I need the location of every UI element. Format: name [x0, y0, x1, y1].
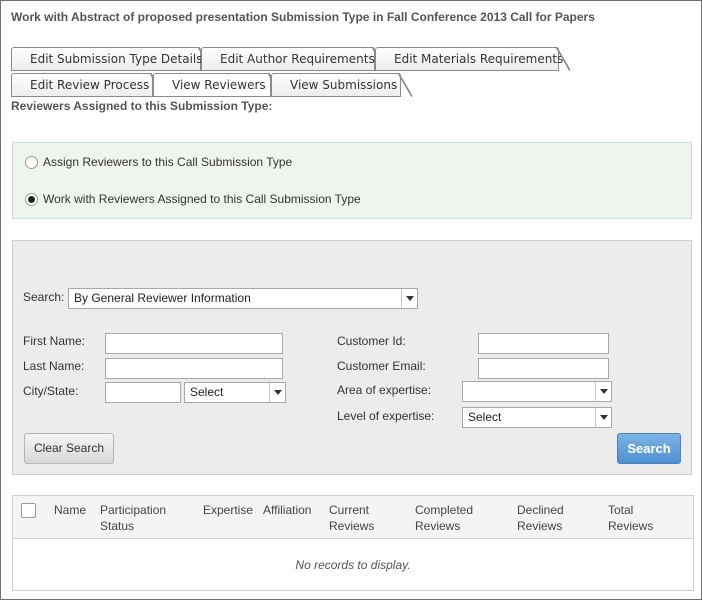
tab-row-1-baseline [11, 70, 559, 71]
column-header-affiliation[interactable]: Affiliation [263, 502, 311, 518]
column-header-participation-status[interactable]: Participation Status [100, 502, 166, 534]
page-title: Work with Abstract of proposed presentat… [11, 10, 595, 24]
radio-button-unchecked[interactable] [25, 155, 38, 169]
page-frame: Work with Abstract of proposed presentat… [0, 0, 702, 600]
section-label: Reviewers Assigned to this Submission Ty… [11, 99, 273, 113]
column-header-declined-reviews[interactable]: Declined Reviews [517, 502, 564, 534]
city-input[interactable] [105, 382, 181, 403]
customer-id-input[interactable] [478, 333, 609, 354]
tab-edit-materials-requirements[interactable]: Edit Materials Requirements [375, 47, 570, 71]
select-all-checkbox[interactable] [21, 503, 36, 518]
last-name-input[interactable] [105, 358, 283, 379]
tab-edit-review-process[interactable]: Edit Review Process [11, 73, 164, 97]
customer-email-input[interactable] [478, 358, 609, 379]
reviewer-mode-panel: Assign Reviewers to this Call Submission… [12, 142, 692, 219]
search-button[interactable]: Search [617, 433, 681, 464]
state-select[interactable]: Select [184, 382, 286, 403]
tab-edit-author-requirements[interactable]: Edit Author Requirements [201, 47, 386, 71]
radio-label: Assign Reviewers to this Call Submission… [43, 155, 293, 169]
reviewers-grid: Name Participation Status Expertise Affi… [12, 495, 694, 591]
search-mode-label: Search: [23, 290, 65, 304]
customer-email-label: Customer Email: [337, 359, 426, 373]
column-header-current-reviews[interactable]: Current Reviews [329, 502, 374, 534]
column-header-total-reviews[interactable]: Total Reviews [608, 502, 653, 534]
radio-button-checked[interactable] [25, 192, 38, 206]
search-panel: Search: By General Reviewer Information … [12, 240, 692, 475]
chevron-down-icon[interactable] [269, 383, 285, 402]
radio-assign-reviewers[interactable]: Assign Reviewers to this Call Submission… [25, 155, 292, 169]
clear-search-button[interactable]: Clear Search [24, 433, 114, 464]
chevron-down-icon[interactable] [401, 289, 417, 308]
chevron-down-icon[interactable] [595, 408, 611, 427]
first-name-input[interactable] [105, 333, 283, 354]
state-select-value: Select [190, 385, 224, 399]
tab-view-submissions[interactable]: View Submissions [271, 73, 412, 97]
grid-header: Name Participation Status Expertise Affi… [13, 496, 693, 539]
area-of-expertise-label: Area of expertise: [337, 383, 432, 397]
first-name-label: First Name: [23, 334, 86, 348]
chevron-down-icon[interactable] [595, 382, 611, 401]
column-header-expertise[interactable]: Expertise [203, 502, 253, 518]
radio-work-with-reviewers[interactable]: Work with Reviewers Assigned to this Cal… [25, 192, 361, 206]
column-header-completed-reviews[interactable]: Completed Reviews [415, 502, 473, 534]
level-of-expertise-label: Level of expertise: [337, 409, 435, 423]
level-of-expertise-value: Select [468, 410, 502, 424]
search-mode-select[interactable]: By General Reviewer Information [68, 288, 418, 309]
tab-view-reviewers[interactable]: View Reviewers [153, 73, 282, 97]
radio-label: Work with Reviewers Assigned to this Cal… [43, 192, 361, 206]
city-state-label: City/State: [23, 384, 79, 398]
search-mode-value: By General Reviewer Information [74, 291, 251, 305]
level-of-expertise-select[interactable]: Select [462, 407, 612, 428]
no-records-message: No records to display. [295, 558, 411, 572]
area-of-expertise-select[interactable] [462, 381, 612, 402]
customer-id-label: Customer Id: [337, 334, 406, 348]
last-name-label: Last Name: [23, 359, 85, 373]
tab-edit-submission-type-details[interactable]: Edit Submission Type Details [11, 47, 212, 71]
column-header-name[interactable]: Name [54, 502, 86, 518]
tab-row-2-baseline [11, 96, 401, 97]
